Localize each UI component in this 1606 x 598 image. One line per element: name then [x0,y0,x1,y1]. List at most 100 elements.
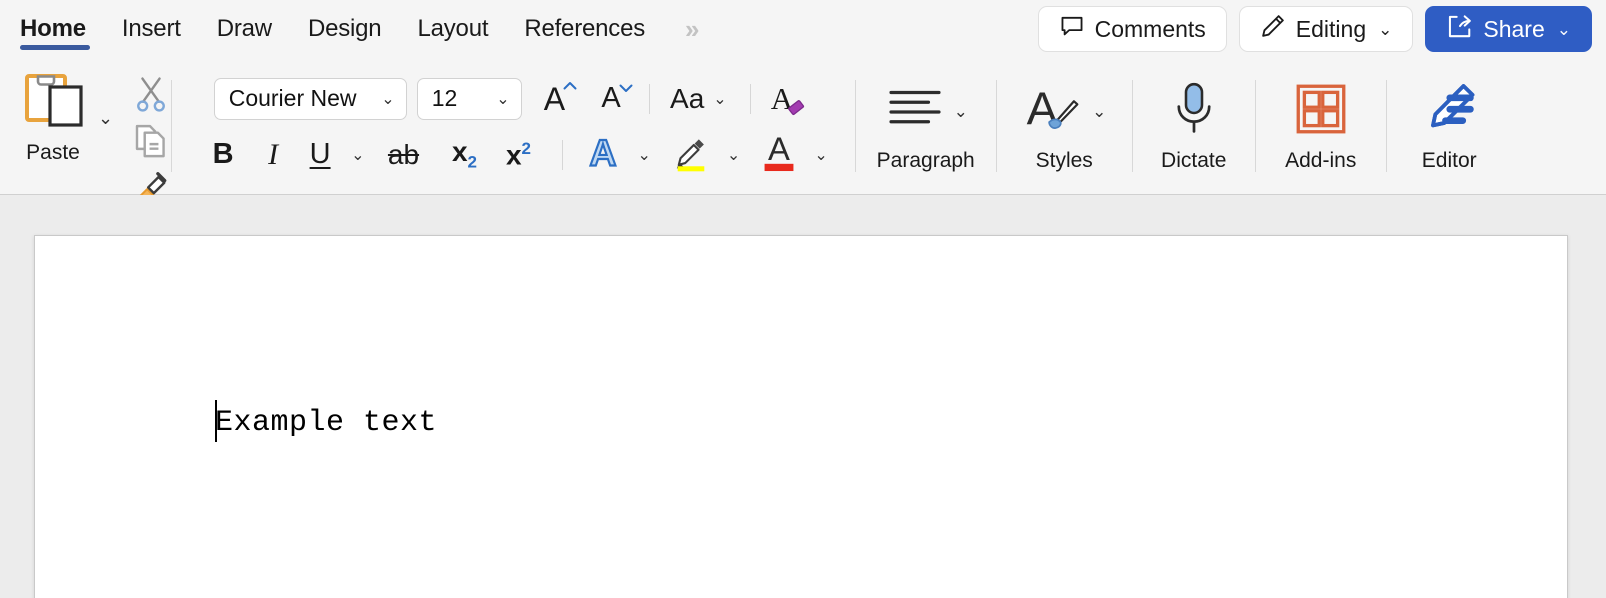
highlight-chevron-down-icon[interactable]: ⌄ [722,132,745,178]
cut-scissors-icon[interactable] [131,74,171,119]
tab-design[interactable]: Design [290,0,400,58]
text-highlight-button[interactable] [664,132,718,178]
font-name-chevron-down-icon[interactable]: ⌄ [381,89,394,109]
document-canvas: Example text [0,195,1606,598]
comments-label: Comments [1094,15,1206,42]
font-color-chevron-down-icon[interactable]: ⌄ [809,132,832,178]
microphone-icon [1170,80,1218,143]
superscript-base: x [505,139,522,171]
overflow-glyph: » [685,13,700,44]
svg-text:A: A [768,131,790,167]
bold-button[interactable]: B [198,132,248,178]
share-icon [1446,13,1473,46]
paragraph-icon-wrap: ⌄ [884,81,968,143]
text-effects-icon: A [583,130,623,177]
bold-letter: B [212,138,234,170]
editing-chevron-down-icon[interactable]: ⌄ [1378,21,1392,38]
ribbon-group-clipboard: Paste ⌄ [10,58,171,203]
styles-button[interactable]: A ⌄ Styles [997,58,1132,195]
editor-pen-lines-icon [1420,81,1478,142]
superscript-glyph: x2 [506,140,531,169]
underline-button[interactable]: U [298,132,342,178]
tab-insert-label: Insert [121,15,181,42]
styles-icon-wrap: A ⌄ [1022,81,1107,143]
addins-button[interactable]: Add-ins [1256,58,1386,195]
change-case-label: Aa [670,82,705,114]
tab-design-label: Design [307,15,382,42]
tab-home-label: Home [20,15,86,42]
subscript-button[interactable]: x2 [438,132,492,178]
styles-brush-icon: A [1022,82,1084,141]
tab-insert[interactable]: Insert [104,0,199,58]
styles-label: Styles [1035,148,1093,172]
grow-font-button[interactable]: A [534,76,577,122]
change-case-chevron-down-icon[interactable]: ⌄ [708,76,731,122]
text-effects-chevron-down-icon[interactable]: ⌄ [633,132,656,178]
document-body-text[interactable]: Example text [215,406,437,440]
font-size-value: 12 [431,85,458,111]
share-label: Share [1483,15,1545,42]
word-app-window: Home Insert Draw Design Layout Reference… [0,0,1606,598]
clipboard-small-commands [131,70,171,213]
dictate-label: Dictate [1161,148,1227,172]
shrink-font-button[interactable]: A [591,76,633,122]
tab-draw[interactable]: Draw [199,0,290,58]
tab-bar-actions: Comments Editing ⌄ Share ⌄ [1037,6,1592,52]
strikethrough-button[interactable]: ab [376,132,432,178]
dictate-icon-wrap [1170,81,1218,143]
outlined-a-icon: A [588,130,617,174]
underline-letter: U [309,138,331,170]
document-page[interactable]: Example text [34,235,1568,598]
paste-options-chevron-down-icon[interactable]: ⌄ [98,108,113,129]
copy-icon[interactable] [131,121,171,166]
paste-button[interactable]: Paste [10,70,96,165]
highlighter-pen-icon [670,131,712,178]
superscript-mark: 2 [521,138,532,158]
font-size-combobox[interactable]: 12 ⌄ [416,77,522,120]
editor-icon-wrap [1420,81,1478,143]
styles-chevron-down-icon[interactable]: ⌄ [1092,102,1106,122]
paragraph-label: Paragraph [876,148,975,172]
strikethrough-letters: ab [387,138,420,170]
editing-label: Editing [1295,15,1367,42]
subscript-mark: 2 [467,152,478,172]
svg-text:A: A [589,132,616,172]
font-color-icon: A [759,130,799,178]
tab-overflow-chevron-icon[interactable]: » [685,14,701,45]
editing-mode-button[interactable]: Editing ⌄ [1238,6,1414,52]
tab-layout-label: Layout [417,15,489,42]
comment-bubble-icon [1059,13,1085,45]
clear-formatting-button[interactable]: A [761,76,805,122]
share-button[interactable]: Share ⌄ [1425,6,1592,52]
italic-button[interactable]: I [248,132,298,178]
dictate-button[interactable]: Dictate [1133,58,1255,195]
caret-down-icon [619,84,633,92]
paragraph-button[interactable]: ⌄ Paragraph [856,58,996,195]
comments-button[interactable]: Comments [1037,6,1227,52]
editor-button[interactable]: Editor [1387,58,1512,195]
paragraph-chevron-down-icon[interactable]: ⌄ [954,102,968,122]
ribbon-tab-bar: Home Insert Draw Design Layout Reference… [0,0,1606,58]
underline-chevron-down-icon[interactable]: ⌄ [346,132,369,178]
font-row-separator-b [749,83,751,114]
addins-icon-wrap [1293,81,1349,143]
tab-references[interactable]: References [506,0,663,58]
clipboard-icon [20,70,86,137]
change-case-button[interactable]: Aa ⌄ [660,76,742,122]
tab-layout[interactable]: Layout [399,0,506,58]
superscript-button[interactable]: x2 [492,132,546,178]
font-name-combobox[interactable]: Courier New ⌄ [213,77,407,120]
font-color-button[interactable]: A [753,130,805,178]
paste-label: Paste [26,141,80,164]
font-row-bottom: B I U ⌄ ab x2 x2 A ⌄ ⌄ A ⌄ [184,130,833,180]
tab-draw-label: Draw [216,15,272,42]
align-lines-icon [884,85,946,138]
text-effects-button[interactable]: A [577,130,629,178]
share-chevron-down-icon[interactable]: ⌄ [1557,21,1571,38]
italic-letter: I [268,137,279,171]
eraser-icon [788,100,805,116]
font-size-chevron-down-icon[interactable]: ⌄ [496,89,509,109]
addins-label: Add-ins [1285,148,1357,172]
tab-home[interactable]: Home [16,0,104,58]
addins-grid-icon [1293,81,1349,142]
